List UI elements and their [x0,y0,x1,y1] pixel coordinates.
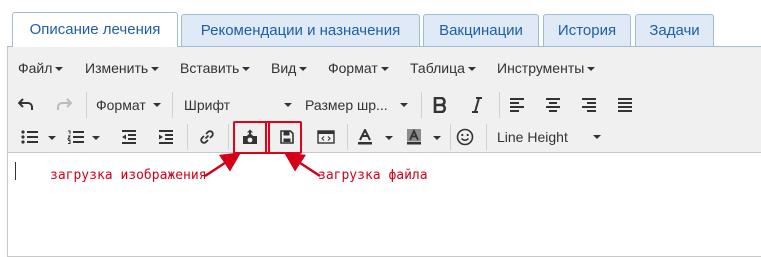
file-upload-annotation: загрузка файла [318,168,428,183]
chevron-down-icon [299,67,308,72]
text-color-button[interactable] [351,123,379,151]
menu-table[interactable]: Таблица [410,60,476,76]
outdent-icon [122,130,136,144]
outdent-button[interactable] [115,123,143,151]
chevron-down-icon [400,103,408,107]
link-icon [200,130,214,144]
editor-toolbars: Файл Изменить Вставить Вид Формат Таблиц… [8,47,761,154]
chevron-down-icon [55,67,64,72]
menu-view[interactable]: Вид [271,60,308,76]
redo-button[interactable] [50,91,78,119]
line-height-dropdown-label: Line Height [497,129,568,145]
rich-text-editor: Файл Изменить Вставить Вид Формат Таблиц… [7,47,761,257]
toolbar-separator [228,124,229,150]
toolbar-separator [187,124,188,150]
chevron-down-icon[interactable] [385,136,393,140]
chevron-down-icon [151,67,160,72]
tab-tasks[interactable]: Задачи [635,14,714,46]
indent-button[interactable] [152,123,180,151]
toolbar-separator [86,92,87,118]
align-left-button[interactable] [503,91,531,119]
italic-button[interactable] [463,91,491,119]
chevron-down-icon[interactable] [433,136,441,140]
chevron-down-icon [380,67,389,72]
font-family-dropdown-label: Шрифт [184,97,231,113]
toolbar-separator [486,124,487,150]
toolbar-separator [172,92,173,118]
bullet-list-icon [21,130,38,144]
toolbar-separator [499,92,500,118]
menu-insert-label: Вставить [180,60,240,76]
numbered-list-icon [67,130,84,144]
text-cursor [15,162,16,180]
menu-file-label: Файл [18,60,53,76]
tab-recommendations[interactable]: Рекомендации и назначения [181,14,420,46]
background-color-button[interactable] [400,123,428,151]
editor-content-area[interactable]: загрузка изображения загрузка файла [8,153,761,256]
tab-bar: Описание лечения Рекомендации и назначен… [0,0,761,47]
menu-format-label: Формат [328,60,378,76]
align-justify-icon [618,98,632,112]
tab-vaccinations[interactable]: Вакцинации [423,14,539,46]
font-family-dropdown[interactable]: Шрифт [184,91,294,119]
italic-icon [472,97,482,113]
code-button[interactable] [312,123,340,151]
chevron-down-icon[interactable] [48,136,56,140]
align-center-button[interactable] [539,91,567,119]
undo-button[interactable] [12,91,40,119]
bold-button[interactable] [426,91,454,119]
menu-bar: Файл Изменить Вставить Вид Формат Таблиц… [8,47,761,87]
align-justify-button[interactable] [611,91,639,119]
link-button[interactable] [193,123,221,151]
code-icon [317,130,335,144]
redo-icon [57,98,72,110]
menu-file[interactable]: Файл [18,60,64,76]
chevron-down-icon [284,103,292,107]
indent-icon [159,130,173,144]
align-left-icon [510,98,524,112]
text-color-icon [358,129,372,145]
background-color-icon [407,129,421,145]
chevron-down-icon[interactable] [92,136,100,140]
format-dropdown-label: Формат [96,97,146,113]
chevron-down-icon [593,135,601,139]
undo-icon [18,98,33,110]
menu-table-label: Таблица [410,60,465,76]
chevron-down-icon [467,67,476,72]
bullet-list-button[interactable] [16,123,44,151]
menu-tools-label: Инструменты [497,60,585,76]
image-upload-annotation: загрузка изображения [50,168,207,183]
font-size-dropdown[interactable]: Размер шр... [305,91,413,119]
numbered-list-button[interactable] [62,123,90,151]
align-right-button[interactable] [575,91,603,119]
font-size-dropdown-label: Размер шр... [305,97,388,113]
chevron-down-icon [153,103,161,107]
menu-edit[interactable]: Изменить [85,60,160,76]
menu-format[interactable]: Формат [328,60,389,76]
emoticon-button[interactable] [451,123,479,151]
tab-treatment-description[interactable]: Описание лечения [12,12,178,47]
chevron-down-icon [242,67,251,72]
tab-history[interactable]: История [543,14,631,46]
emoticon-icon [456,128,474,146]
menu-edit-label: Изменить [85,60,149,76]
chevron-down-icon [587,67,596,72]
toolbar-separator [421,92,422,118]
align-center-icon [546,98,560,112]
toolbar-separator [347,124,348,150]
menu-tools[interactable]: Инструменты [497,60,596,76]
file-upload-highlight [265,121,302,154]
menu-view-label: Вид [271,60,297,76]
align-right-icon [582,98,596,112]
bold-icon [433,97,446,113]
menu-insert[interactable]: Вставить [180,60,251,76]
